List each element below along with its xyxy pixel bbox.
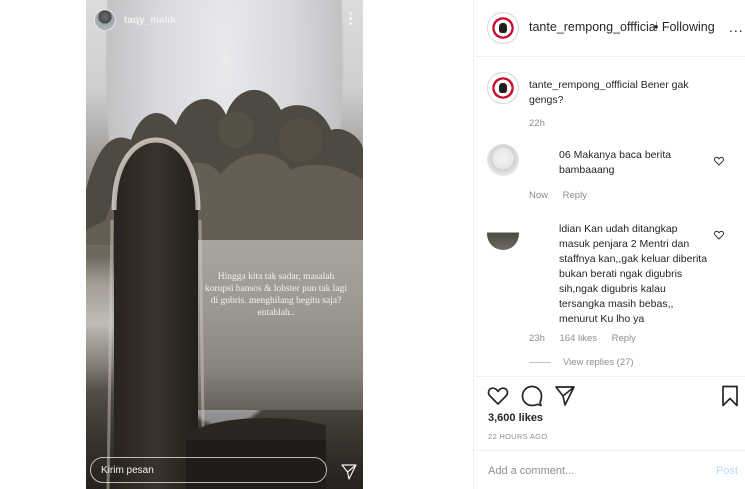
bookmark-icon[interactable] [719, 385, 741, 407]
heart-icon[interactable] [714, 156, 724, 166]
avatar[interactable] [487, 218, 519, 250]
story-reply-field[interactable]: Kirim pesan [90, 457, 327, 483]
following-button[interactable]: • Following [654, 20, 715, 34]
heart-icon[interactable] [487, 385, 509, 407]
comment-username[interactable]: ldian [559, 223, 581, 235]
send-icon[interactable] [341, 464, 357, 480]
comment-meta: Now Reply [529, 190, 599, 201]
story-time: 21 jam [183, 14, 214, 26]
story-header: taqy_malik 21 jam [86, 0, 363, 40]
comment-icon[interactable] [521, 385, 543, 407]
comment-text: 06 Makanya baca berita bambaaang [529, 148, 709, 178]
story-avatar[interactable] [94, 9, 116, 31]
view-replies-label: View replies (27) [563, 357, 634, 368]
more-icon[interactable]: ... [729, 19, 744, 35]
avatar[interactable] [487, 12, 519, 44]
post-button[interactable]: Post [716, 465, 738, 477]
comment-time: Now [529, 190, 549, 201]
view-replies-button[interactable]: View replies (27) [529, 357, 634, 368]
comment-content: Makanya baca berita bambaaang [559, 149, 672, 176]
comments-list: tante_rempong_offficial Bener gak gengs?… [474, 58, 745, 376]
comment-input[interactable] [488, 461, 688, 481]
likes-count[interactable]: 3,600 likes [488, 412, 543, 424]
post-time: 22 HOURS AGO [488, 432, 548, 441]
post-media: taqy_malik 21 jam Hingga kita tak sadar,… [0, 0, 473, 489]
comment-content: Kan udah ditangkap masuk penjara 2 Mentr… [559, 223, 708, 325]
comment-text: ldian Kan udah ditangkap masuk penjara 2… [529, 222, 709, 327]
comment-username[interactable]: 06 [559, 149, 571, 161]
comment-meta: 22h [529, 118, 557, 129]
more-icon[interactable] [349, 12, 353, 26]
comment-time: 23h [529, 333, 545, 344]
share-icon[interactable] [554, 385, 576, 407]
story-image: taqy_malik 21 jam Hingga kita tak sadar,… [86, 0, 363, 489]
comment-meta: 23h 164 likes Reply [529, 333, 648, 344]
post-header: tante_rempong_offficial • Following ... [474, 0, 745, 57]
divider [529, 362, 551, 363]
heart-icon[interactable] [714, 230, 724, 240]
reply-button[interactable]: Reply [563, 190, 587, 201]
add-comment-bar: Post [474, 450, 745, 489]
comment-likes[interactable]: 164 likes [560, 333, 598, 344]
post-panel: tante_rempong_offficial • Following ... … [473, 0, 745, 489]
avatar[interactable] [487, 144, 519, 176]
comment-text: tante_rempong_offficial Bener gak gengs? [529, 78, 709, 108]
reply-button[interactable]: Reply [612, 333, 636, 344]
story-username[interactable]: taqy_malik [124, 15, 176, 26]
story-reply-placeholder: Kirim pesan [101, 464, 154, 476]
avatar[interactable] [487, 72, 519, 104]
comment-time: 22h [529, 118, 545, 129]
post-actions: 3,600 likes 22 HOURS AGO [474, 376, 745, 446]
header-username[interactable]: tante_rempong_offficial [529, 20, 657, 34]
comment-username[interactable]: tante_rempong_offficial [529, 79, 638, 91]
story-caption: Hingga kita tak sadar, masalah korupsi b… [205, 272, 347, 318]
